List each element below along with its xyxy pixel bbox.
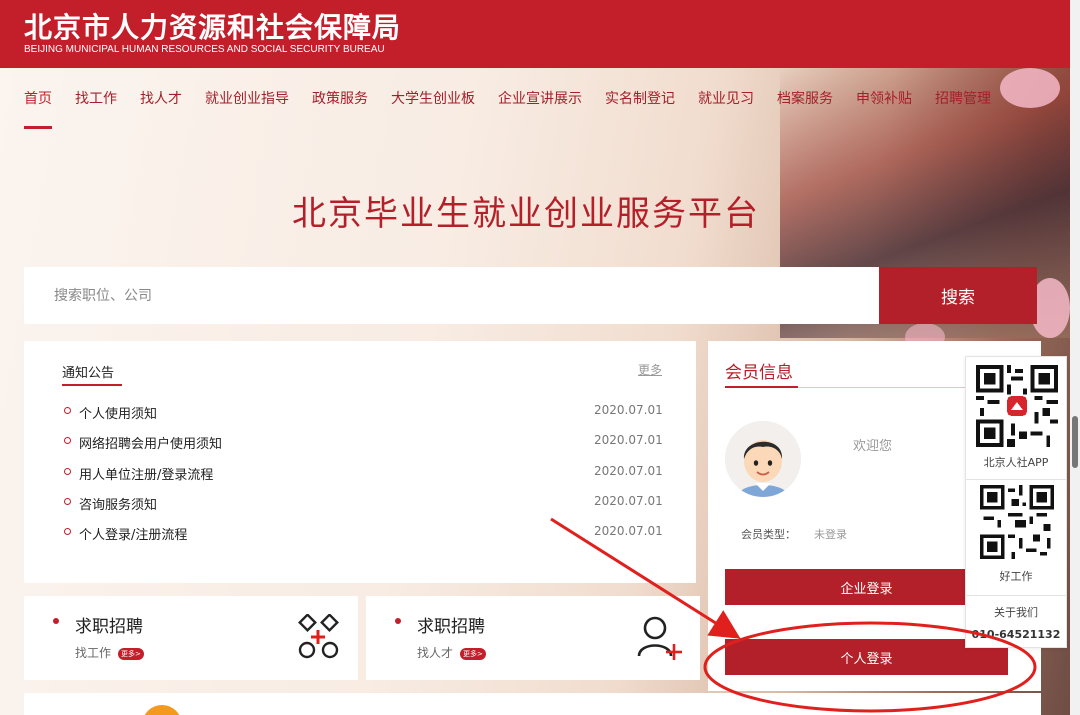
bullet-icon xyxy=(64,497,71,505)
notice-item-text: 咨询服务须知 xyxy=(79,497,158,513)
job-qr-code[interactable] xyxy=(980,485,1054,559)
notice-panel: 通知公告 更多 个人使用须知 2020.07.01 网络招聘会用户使用须知 2020… xyxy=(24,341,696,583)
bullet-icon xyxy=(395,618,401,624)
bullet-icon xyxy=(64,528,71,536)
nav-item-internship[interactable]: 就业见习 xyxy=(698,88,754,108)
notice-item-text: 网络招聘会用户使用须知 xyxy=(79,437,223,453)
sun-icon xyxy=(142,705,182,715)
card-title: 求职招聘 xyxy=(75,617,143,637)
divider xyxy=(966,479,1066,480)
notice-item-text: 用人单位注册/登录流程 xyxy=(79,467,214,483)
more-badge[interactable]: 更多> xyxy=(460,648,486,660)
bullet-icon xyxy=(53,618,59,624)
bullet-icon xyxy=(64,437,71,445)
nav-item-student-startup[interactable]: 大学生创业板 xyxy=(391,88,475,108)
nav-item-home[interactable]: 首页 xyxy=(24,88,52,129)
bureau-title-en: BEIJING MUNICIPAL HUMAN RESOURCES AND SO… xyxy=(24,44,385,55)
search-button[interactable]: 搜索 xyxy=(879,267,1037,324)
page-scrollbar[interactable] xyxy=(1070,0,1080,715)
nav-item-find-talent[interactable]: 找人才 xyxy=(140,88,182,108)
contact-phone: 010-64521132 xyxy=(971,628,1061,641)
notice-item[interactable]: 个人使用须知 2020.07.01 xyxy=(64,403,664,433)
bottom-section xyxy=(24,693,1041,715)
card-subtitle: 找工作 xyxy=(75,646,112,660)
about-us-link[interactable]: 关于我们 xyxy=(966,604,1066,620)
divider xyxy=(966,595,1066,596)
member-title: 会员信息 xyxy=(725,363,793,383)
nav-item-subsidy[interactable]: 申领补贴 xyxy=(856,88,912,108)
bullet-icon xyxy=(64,467,71,475)
avatar-icon xyxy=(725,421,801,497)
apps-plus-icon xyxy=(298,614,339,659)
more-badge[interactable]: 更多> xyxy=(118,648,144,660)
notice-title: 通知公告 xyxy=(62,366,115,381)
qr-sidebar: 北京人社APP 好工作 关于我们 010-64521132 xyxy=(965,356,1067,648)
main-nav: 首页 找工作 找人才 就业创业指导 政策服务 大学生创业板 企业宣讲展示 实名制… xyxy=(24,88,1014,129)
notice-item[interactable]: 网络招聘会用户使用须知 2020.07.01 xyxy=(64,433,664,463)
bullet-icon xyxy=(64,407,71,414)
nav-item-career-guidance[interactable]: 就业创业指导 xyxy=(205,88,289,108)
job-search-card[interactable]: 求职招聘 找工作 更多> xyxy=(24,596,358,680)
notice-item[interactable]: 个人登录/注册流程 2020.07.01 xyxy=(64,524,664,554)
card-title: 求职招聘 xyxy=(417,617,485,637)
app-qr-label: 北京人社APP xyxy=(983,456,1049,469)
notice-item-text: 个人登录/注册流程 xyxy=(79,528,188,544)
member-title-underline xyxy=(725,386,798,388)
talent-search-card[interactable]: 求职招聘 找人才 更多> xyxy=(366,596,700,680)
notice-item-date: 2020.07.01 xyxy=(594,433,663,448)
nav-item-company-showcase[interactable]: 企业宣讲展示 xyxy=(498,88,582,108)
notice-item-date: 2020.07.01 xyxy=(594,463,663,478)
nav-item-archive-service[interactable]: 档案服务 xyxy=(777,88,833,108)
nav-item-recruit-management[interactable]: 招聘管理 xyxy=(935,88,991,108)
notice-item-date: 2020.07.01 xyxy=(594,524,663,539)
notice-title-underline xyxy=(62,384,122,386)
welcome-text: 欢迎您 xyxy=(853,439,893,454)
nav-item-find-job[interactable]: 找工作 xyxy=(75,88,117,108)
notice-item-text: 个人使用须知 xyxy=(79,407,158,422)
notice-item-date: 2020.07.01 xyxy=(594,403,663,417)
notice-list: 个人使用须知 2020.07.01 网络招聘会用户使用须知 2020.07.01 用… xyxy=(64,403,664,554)
search-input[interactable] xyxy=(24,267,880,324)
job-qr-label: 好工作 xyxy=(999,570,1033,583)
card-subtitle: 找人才 xyxy=(417,646,454,660)
scrollbar-thumb[interactable] xyxy=(1072,416,1078,468)
notice-item[interactable]: 咨询服务须知 2020.07.01 xyxy=(64,494,664,524)
notice-item[interactable]: 用人单位注册/登录流程 2020.07.01 xyxy=(64,464,664,494)
site-header: 北京市人力资源和社会保障局 BEIJING MUNICIPAL HUMAN RE… xyxy=(0,0,1080,68)
notice-more-link[interactable]: 更多 xyxy=(638,361,662,378)
nav-item-real-name-registration[interactable]: 实名制登记 xyxy=(605,88,675,108)
nav-item-policy[interactable]: 政策服务 xyxy=(312,88,368,108)
app-qr-code[interactable] xyxy=(976,365,1058,447)
platform-title: 北京毕业生就业创业服务平台 xyxy=(292,194,760,234)
avatar xyxy=(725,421,801,497)
member-type-label: 会员类型： xyxy=(741,528,796,541)
user-add-icon xyxy=(637,616,682,660)
bureau-title: 北京市人力资源和社会保障局 xyxy=(24,11,402,44)
notice-item-date: 2020.07.01 xyxy=(594,493,663,508)
member-type-value: 未登录 xyxy=(814,528,847,541)
